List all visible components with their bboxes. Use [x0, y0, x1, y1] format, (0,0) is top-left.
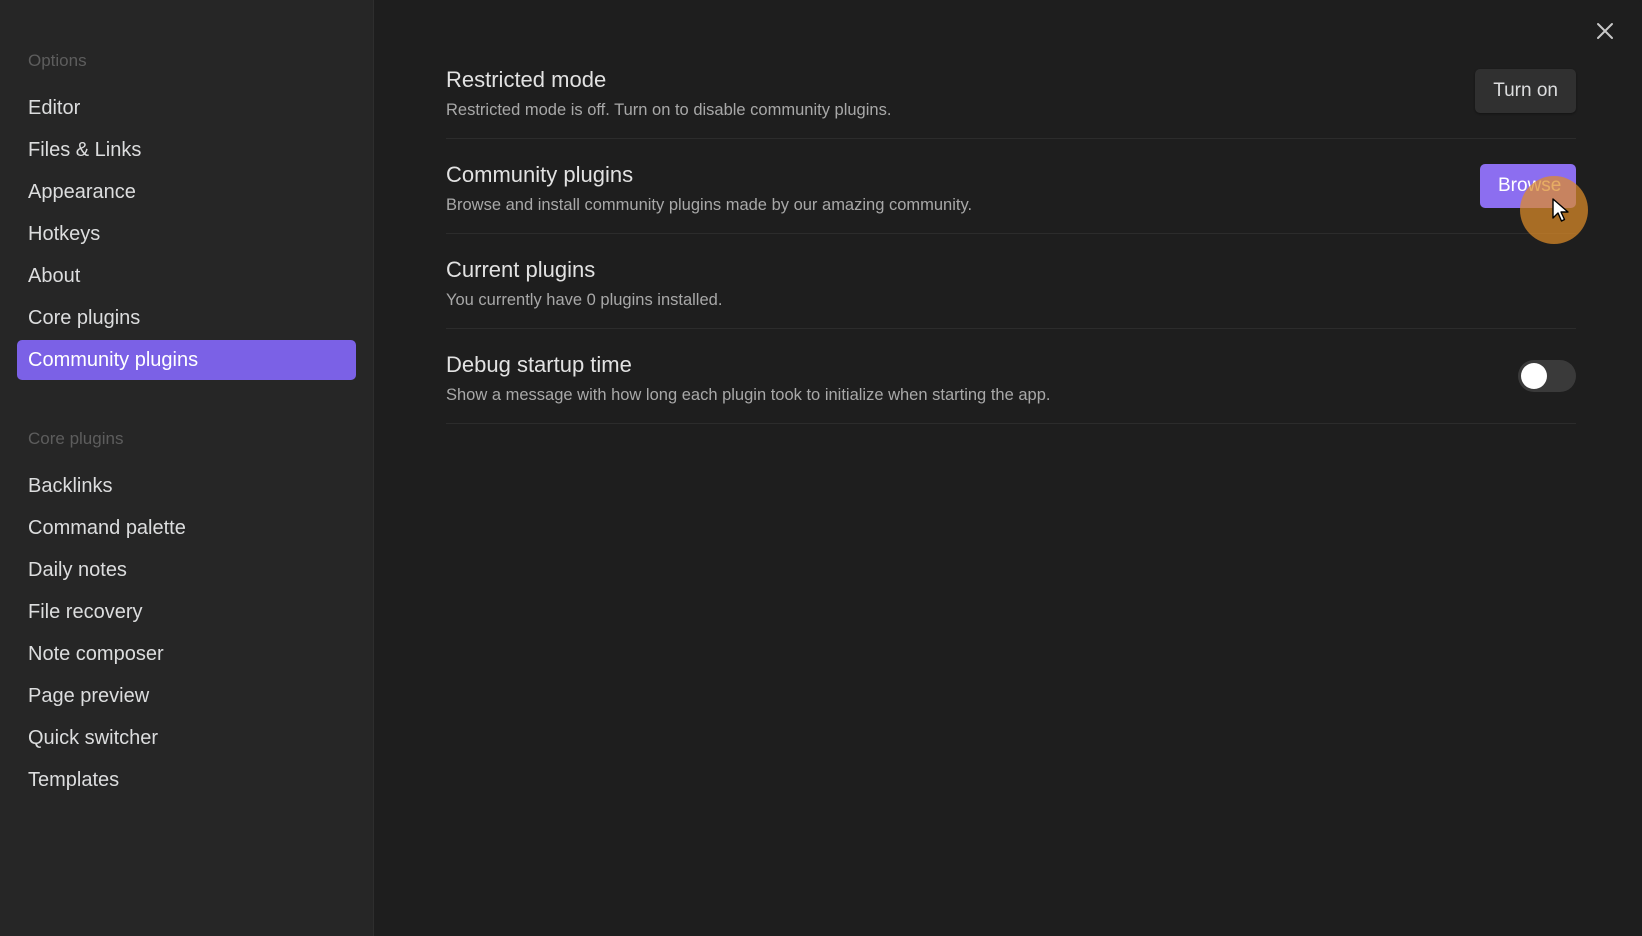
setting-description: You currently have 0 plugins installed.: [446, 290, 723, 309]
sidebar-item-appearance[interactable]: Appearance: [17, 172, 356, 212]
setting-community-plugins: Community plugins Browse and install com…: [446, 139, 1588, 244]
setting-name: Current plugins: [446, 256, 596, 282]
sidebar-item-hotkeys[interactable]: Hotkeys: [17, 214, 356, 254]
settings-sidebar: Options Editor Files & Links Appearance …: [0, 0, 374, 936]
setting-name: Community plugins: [446, 161, 634, 187]
sidebar-item-page-preview[interactable]: Page preview: [17, 676, 356, 716]
sidebar-item-file-recovery[interactable]: File recovery: [17, 592, 356, 632]
sidebar-item-core-plugins[interactable]: Core plugins: [17, 298, 356, 338]
settings-content: Restricted mode Restricted mode is off. …: [446, 44, 1588, 424]
sidebar-item-note-composer[interactable]: Note composer: [17, 634, 356, 674]
close-icon: [1597, 23, 1613, 39]
setting-description: Show a message with how long each plugin…: [446, 385, 1051, 404]
sidebar-heading-options: Options: [28, 51, 87, 70]
settings-modal: Options Editor Files & Links Appearance …: [0, 0, 1642, 936]
setting-description: Browse and install community plugins mad…: [446, 195, 973, 214]
sidebar-item-command-palette[interactable]: Command palette: [17, 508, 356, 548]
sidebar-item-backlinks[interactable]: Backlinks: [17, 466, 356, 506]
browse-button[interactable]: Browse: [1480, 164, 1576, 208]
sidebar-item-daily-notes[interactable]: Daily notes: [17, 550, 356, 590]
setting-name: Debug startup time: [446, 351, 632, 377]
sidebar-item-editor[interactable]: Editor: [17, 88, 356, 128]
toggle-knob: [1521, 363, 1547, 389]
setting-name: Restricted mode: [446, 66, 607, 92]
sidebar-item-quick-switcher[interactable]: Quick switcher: [17, 718, 356, 758]
sidebar-item-about[interactable]: About: [17, 256, 356, 296]
setting-restricted-mode: Restricted mode Restricted mode is off. …: [446, 44, 1576, 139]
setting-current-plugins: Current plugins You currently have 0 plu…: [446, 234, 1576, 329]
close-button[interactable]: [1590, 16, 1620, 46]
sidebar-item-templates[interactable]: Templates: [17, 760, 356, 800]
debug-startup-toggle[interactable]: [1518, 360, 1576, 392]
sidebar-heading-core-plugins: Core plugins: [28, 429, 124, 448]
turn-on-button[interactable]: Turn on: [1475, 69, 1576, 113]
setting-debug-startup-time: Debug startup time Show a message with h…: [446, 329, 1576, 424]
sidebar-item-files-links[interactable]: Files & Links: [17, 130, 356, 170]
setting-description: Restricted mode is off. Turn on to disab…: [446, 100, 892, 119]
sidebar-item-community-plugins[interactable]: Community plugins: [17, 340, 356, 380]
